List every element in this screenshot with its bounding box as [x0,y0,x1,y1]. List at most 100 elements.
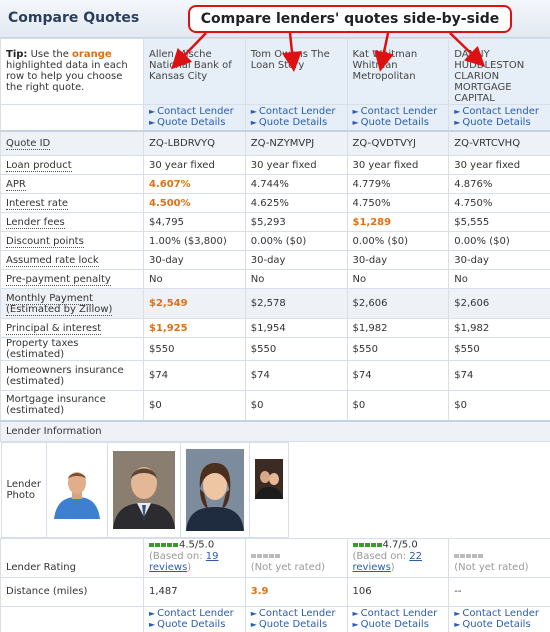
loan-product-value: 30 year fixed [448,155,550,175]
rate-lock-value: 30-day [346,250,450,270]
row-label-apr[interactable]: APR [0,174,144,194]
contact-lender-link[interactable]: ► Contact Lender [454,608,545,619]
row-label-discount-points[interactable]: Discount points [0,231,144,251]
lender-rating-cell: (Not yet rated) [448,538,550,578]
prepayment-penalty-value: No [143,269,246,289]
lender-photo-cell [46,442,108,538]
lender-rating-cell: 4.5/5.0 (Based on: 19 reviews) [143,538,246,578]
lender-links: ► Contact Lender ► Quote Details [143,605,246,632]
not-rated-text: (Not yet rated) [250,561,326,573]
rating-value: 4.5/5.0 [179,539,215,551]
quote-details-link[interactable]: ► Quote Details [454,117,545,128]
distance-value: 1,487 [143,576,246,607]
row-label-mortgage-insurance: Mortgage insurance (estimated) [0,390,144,421]
row-label-prepayment-penalty[interactable]: Pre-payment penalty [0,269,144,289]
quote-details-link[interactable]: ► Quote Details [149,619,240,630]
row-label-rate-lock[interactable]: Assumed rate lock [0,250,144,270]
homeowners-insurance-value: $74 [448,360,550,391]
principal-interest-value: $1,925 [143,318,246,338]
principal-interest-value: $1,982 [448,318,550,338]
lender-photo[interactable] [186,449,244,531]
mortgage-insurance-value: $0 [143,390,246,421]
apr-value: 4.744% [244,174,348,194]
monthly-payment-value: $2,606 [346,288,450,319]
lender-name: DANNY HUDDLESTON CLARION MORTGAGE CAPITA… [448,38,550,105]
property-taxes-value: $550 [448,337,550,361]
lender-photo[interactable] [113,451,175,529]
lender-name: Tom Owens The Loan Story [244,38,348,105]
quote-id-value: ZQ-NZYMVPJ [244,129,348,156]
row-label-monthly-payment[interactable]: Monthly Payment (Estimated by Zillow) [0,288,144,319]
distance-value: 106 [346,576,450,607]
row-label-lender-rating: Lender Rating [0,538,144,578]
row-label-principal-interest[interactable]: Principal & interest [0,318,144,338]
arrow-right-icon: ► [149,609,156,618]
section-heading-lender-information: Lender Information [0,419,550,442]
not-rated-text: (Not yet rated) [454,561,529,573]
discount-points-value: 0.00% ($0) [448,231,550,251]
contact-lender-link[interactable]: ► Contact Lender [353,106,444,117]
arrow-right-icon: ► [149,107,156,117]
discount-points-value: 1.00% ($3,800) [143,231,246,251]
lender-name: Allen Mische National Bank of Kansas Cit… [143,38,246,105]
lender-rating-cell: (Not yet rated) [244,538,348,578]
callout-banner: Compare lenders' quotes side-by-side [188,5,512,33]
contact-lender-link[interactable]: ► Contact Lender [251,106,342,117]
arrow-right-icon: ► [352,620,359,629]
contact-lender-link[interactable]: ► Contact Lender [149,106,240,117]
arrow-right-icon: ► [352,107,359,117]
row-label-property-taxes: Property taxes (estimated) [0,337,144,361]
lender-photo[interactable] [255,459,283,499]
mortgage-insurance-value: $0 [346,390,450,421]
homeowners-insurance-value: $74 [244,360,348,391]
property-taxes-value: $550 [346,337,450,361]
quote-details-link[interactable]: ► Quote Details [149,117,240,128]
arrow-right-icon: ► [149,118,156,128]
principal-interest-value: $1,954 [244,318,348,338]
quote-details-link[interactable]: ► Quote Details [353,117,444,128]
contact-lender-link[interactable]: ► Contact Lender [251,608,342,619]
page-title: Compare Quotes [8,10,140,26]
rating-stars-icon [250,550,281,561]
arrow-right-icon: ► [250,107,257,117]
distance-value: -- [448,576,550,607]
lender-photo-cell [249,442,289,538]
quote-details-link[interactable]: ► Quote Details [353,619,444,630]
discount-points-value: 0.00% ($0) [244,231,348,251]
rating-stars-icon [454,550,484,561]
interest-rate-value: 4.500% [143,193,246,213]
row-label-distance: Distance (miles) [0,576,144,607]
monthly-payment-value: $2,549 [143,288,246,319]
arrow-right-icon: ► [454,107,461,117]
quote-details-link[interactable]: ► Quote Details [251,619,342,630]
arrow-right-icon: ► [454,609,461,618]
distance-value: 3.9 [244,576,348,607]
quote-id-value: ZQ-LBDRVYQ [143,129,246,156]
row-label-loan-product[interactable]: Loan product [0,155,144,175]
homeowners-insurance-value: $74 [143,360,246,391]
lender-fees-value: $1,289 [346,212,450,232]
quote-id-value: ZQ-VRTCVHQ [448,129,550,156]
row-label-lender-fees[interactable]: Lender fees [0,212,144,232]
row-label-lender-photo: Lender Photo [0,442,47,538]
lender-photo-cell [180,442,250,538]
loan-product-value: 30 year fixed [244,155,348,175]
lender-links: ► Contact Lender ► Quote Details [143,104,246,131]
contact-lender-link[interactable]: ► Contact Lender [353,608,444,619]
contact-lender-link[interactable]: ► Contact Lender [454,106,545,117]
lender-photo[interactable] [52,461,102,519]
arrow-right-icon: ► [352,118,359,128]
homeowners-insurance-value: $74 [346,360,450,391]
lender-fees-value: $5,293 [244,212,348,232]
quote-details-link[interactable]: ► Quote Details [454,619,545,630]
row-label-interest-rate[interactable]: Interest rate [0,193,144,213]
contact-lender-link[interactable]: ► Contact Lender [149,608,240,619]
prepayment-penalty-value: No [448,269,550,289]
loan-product-value: 30 year fixed [143,155,246,175]
row-label-homeowners-insurance: Homeowners insurance (estimated) [0,360,144,391]
quote-details-link[interactable]: ► Quote Details [251,117,342,128]
tip-text: Tip: Use the orange highlighted data in … [0,38,144,105]
quotes-comparison-table: Tip: Use the orange highlighted data in … [0,38,550,632]
lender-links: ► Contact Lender ► Quote Details [244,605,348,632]
property-taxes-value: $550 [244,337,348,361]
